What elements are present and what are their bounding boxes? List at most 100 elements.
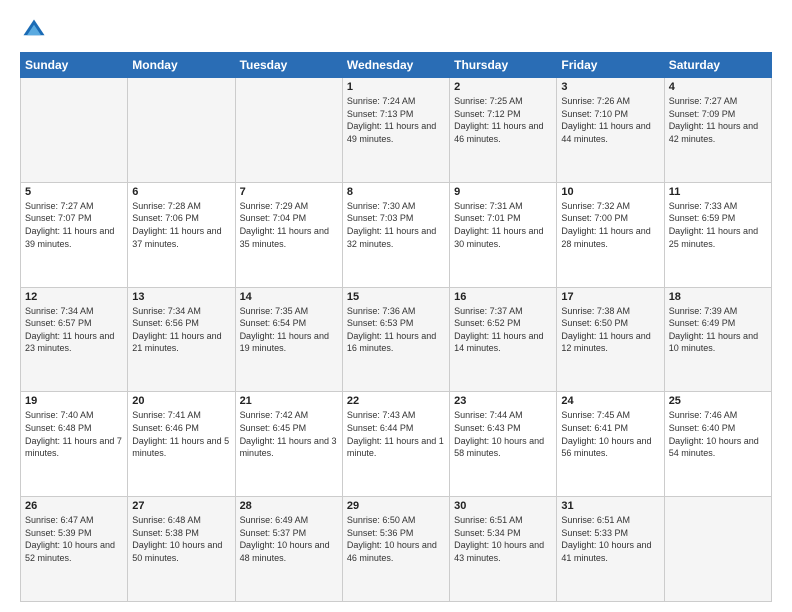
day-cell: 2 Sunrise: 7:25 AM Sunset: 7:12 PM Daylig… (450, 78, 557, 183)
day-info: Sunrise: 7:45 AM Sunset: 6:41 PM Dayligh… (561, 409, 659, 459)
day-number: 6 (132, 186, 230, 198)
weekday-header-friday: Friday (557, 53, 664, 78)
day-cell: 3 Sunrise: 7:26 AM Sunset: 7:10 PM Daylig… (557, 78, 664, 183)
day-number: 29 (347, 500, 445, 512)
day-number: 16 (454, 291, 552, 303)
day-cell (21, 78, 128, 183)
day-cell: 29 Sunrise: 6:50 AM Sunset: 5:36 PM Dayli… (342, 497, 449, 602)
day-info: Sunrise: 7:44 AM Sunset: 6:43 PM Dayligh… (454, 409, 552, 459)
day-number: 8 (347, 186, 445, 198)
week-row-5: 26Sunrise: 6:47 AM Sunset: 5:39 PM Dayli… (21, 497, 772, 602)
day-cell: 10Sunrise: 7:32 AM Sunset: 7:00 PM Dayli… (557, 182, 664, 287)
weekday-header-saturday: Saturday (664, 53, 771, 78)
day-info: Sunrise: 7:25 AM Sunset: 7:12 PM Dayligh… (454, 95, 552, 145)
day-info: Sunrise: 7:35 AM Sunset: 6:54 PM Dayligh… (240, 305, 338, 355)
day-number: 9 (454, 186, 552, 198)
day-info: Sunrise: 7:34 AM Sunset: 6:57 PM Dayligh… (25, 305, 123, 355)
day-number: 19 (25, 395, 123, 407)
day-number: 28 (240, 500, 338, 512)
day-info: Sunrise: 6:51 AM Sunset: 5:33 PM Dayligh… (561, 514, 659, 564)
day-info: Sunrise: 6:49 AM Sunset: 5:37 PM Dayligh… (240, 514, 338, 564)
day-number: 14 (240, 291, 338, 303)
day-cell (235, 78, 342, 183)
day-info: Sunrise: 7:33 AM Sunset: 6:59 PM Dayligh… (669, 200, 767, 250)
day-cell: 30 Sunrise: 6:51 AM Sunset: 5:34 PM Dayli… (450, 497, 557, 602)
day-info: Sunrise: 7:36 AM Sunset: 6:53 PM Dayligh… (347, 305, 445, 355)
day-cell: 23 Sunrise: 7:44 AM Sunset: 6:43 PM Dayli… (450, 392, 557, 497)
day-number: 26 (25, 500, 123, 512)
day-cell: 28 Sunrise: 6:49 AM Sunset: 5:37 PM Dayli… (235, 497, 342, 602)
day-number: 11 (669, 186, 767, 198)
day-cell: 7 Sunrise: 7:29 AM Sunset: 7:04 PM Daylig… (235, 182, 342, 287)
day-number: 20 (132, 395, 230, 407)
day-info: Sunrise: 7:46 AM Sunset: 6:40 PM Dayligh… (669, 409, 767, 459)
day-info: Sunrise: 6:50 AM Sunset: 5:36 PM Dayligh… (347, 514, 445, 564)
day-number: 22 (347, 395, 445, 407)
week-row-4: 19 Sunrise: 7:40 AM Sunset: 6:48 PM Dayli… (21, 392, 772, 497)
day-info: Sunrise: 7:37 AM Sunset: 6:52 PM Dayligh… (454, 305, 552, 355)
day-number: 27 (132, 500, 230, 512)
day-number: 5 (25, 186, 123, 198)
day-info: Sunrise: 7:28 AM Sunset: 7:06 PM Dayligh… (132, 200, 230, 250)
day-number: 1 (347, 81, 445, 93)
day-number: 2 (454, 81, 552, 93)
calendar: SundayMondayTuesdayWednesdayThursdayFrid… (20, 52, 772, 602)
day-number: 17 (561, 291, 659, 303)
day-number: 13 (132, 291, 230, 303)
day-cell: 26Sunrise: 6:47 AM Sunset: 5:39 PM Dayli… (21, 497, 128, 602)
day-info: Sunrise: 7:30 AM Sunset: 7:03 PM Dayligh… (347, 200, 445, 250)
day-info: Sunrise: 6:48 AM Sunset: 5:38 PM Dayligh… (132, 514, 230, 564)
week-row-1: 1 Sunrise: 7:24 AM Sunset: 7:13 PM Daylig… (21, 78, 772, 183)
day-cell: 16 Sunrise: 7:37 AM Sunset: 6:52 PM Dayli… (450, 287, 557, 392)
day-number: 18 (669, 291, 767, 303)
day-number: 24 (561, 395, 659, 407)
day-info: Sunrise: 7:32 AM Sunset: 7:00 PM Dayligh… (561, 200, 659, 250)
day-info: Sunrise: 7:34 AM Sunset: 6:56 PM Dayligh… (132, 305, 230, 355)
day-cell: 6 Sunrise: 7:28 AM Sunset: 7:06 PM Daylig… (128, 182, 235, 287)
day-cell: 27 Sunrise: 6:48 AM Sunset: 5:38 PM Dayli… (128, 497, 235, 602)
day-cell (128, 78, 235, 183)
weekday-header-sunday: Sunday (21, 53, 128, 78)
day-info: Sunrise: 7:31 AM Sunset: 7:01 PM Dayligh… (454, 200, 552, 250)
day-number: 23 (454, 395, 552, 407)
day-info: Sunrise: 7:41 AM Sunset: 6:46 PM Dayligh… (132, 409, 230, 459)
day-info: Sunrise: 7:27 AM Sunset: 7:07 PM Dayligh… (25, 200, 123, 250)
day-cell: 22Sunrise: 7:43 AM Sunset: 6:44 PM Dayli… (342, 392, 449, 497)
day-number: 21 (240, 395, 338, 407)
day-cell: 21Sunrise: 7:42 AM Sunset: 6:45 PM Dayli… (235, 392, 342, 497)
day-cell: 31 Sunrise: 6:51 AM Sunset: 5:33 PM Dayli… (557, 497, 664, 602)
day-info: Sunrise: 6:51 AM Sunset: 5:34 PM Dayligh… (454, 514, 552, 564)
logo (20, 16, 52, 44)
day-number: 30 (454, 500, 552, 512)
day-number: 12 (25, 291, 123, 303)
day-cell: 14 Sunrise: 7:35 AM Sunset: 6:54 PM Dayli… (235, 287, 342, 392)
day-cell (664, 497, 771, 602)
day-cell: 5 Sunrise: 7:27 AM Sunset: 7:07 PM Daylig… (21, 182, 128, 287)
day-info: Sunrise: 7:29 AM Sunset: 7:04 PM Dayligh… (240, 200, 338, 250)
day-cell: 15 Sunrise: 7:36 AM Sunset: 6:53 PM Dayli… (342, 287, 449, 392)
day-number: 4 (669, 81, 767, 93)
day-number: 7 (240, 186, 338, 198)
day-info: Sunrise: 7:39 AM Sunset: 6:49 PM Dayligh… (669, 305, 767, 355)
day-info: Sunrise: 7:38 AM Sunset: 6:50 PM Dayligh… (561, 305, 659, 355)
day-cell: 1 Sunrise: 7:24 AM Sunset: 7:13 PM Daylig… (342, 78, 449, 183)
day-cell: 19 Sunrise: 7:40 AM Sunset: 6:48 PM Dayli… (21, 392, 128, 497)
day-info: Sunrise: 7:26 AM Sunset: 7:10 PM Dayligh… (561, 95, 659, 145)
day-number: 3 (561, 81, 659, 93)
day-cell: 13 Sunrise: 7:34 AM Sunset: 6:56 PM Dayli… (128, 287, 235, 392)
day-cell: 17 Sunrise: 7:38 AM Sunset: 6:50 PM Dayli… (557, 287, 664, 392)
day-number: 31 (561, 500, 659, 512)
day-info: Sunrise: 7:24 AM Sunset: 7:13 PM Dayligh… (347, 95, 445, 145)
weekday-header-wednesday: Wednesday (342, 53, 449, 78)
day-cell: 11 Sunrise: 7:33 AM Sunset: 6:59 PM Dayli… (664, 182, 771, 287)
day-number: 15 (347, 291, 445, 303)
day-cell: 24 Sunrise: 7:45 AM Sunset: 6:41 PM Dayli… (557, 392, 664, 497)
day-info: Sunrise: 7:40 AM Sunset: 6:48 PM Dayligh… (25, 409, 123, 459)
header (20, 16, 772, 44)
weekday-header-monday: Monday (128, 53, 235, 78)
page: SundayMondayTuesdayWednesdayThursdayFrid… (0, 0, 792, 612)
day-number: 25 (669, 395, 767, 407)
day-cell: 9 Sunrise: 7:31 AM Sunset: 7:01 PM Daylig… (450, 182, 557, 287)
week-row-2: 5 Sunrise: 7:27 AM Sunset: 7:07 PM Daylig… (21, 182, 772, 287)
weekday-header-tuesday: Tuesday (235, 53, 342, 78)
